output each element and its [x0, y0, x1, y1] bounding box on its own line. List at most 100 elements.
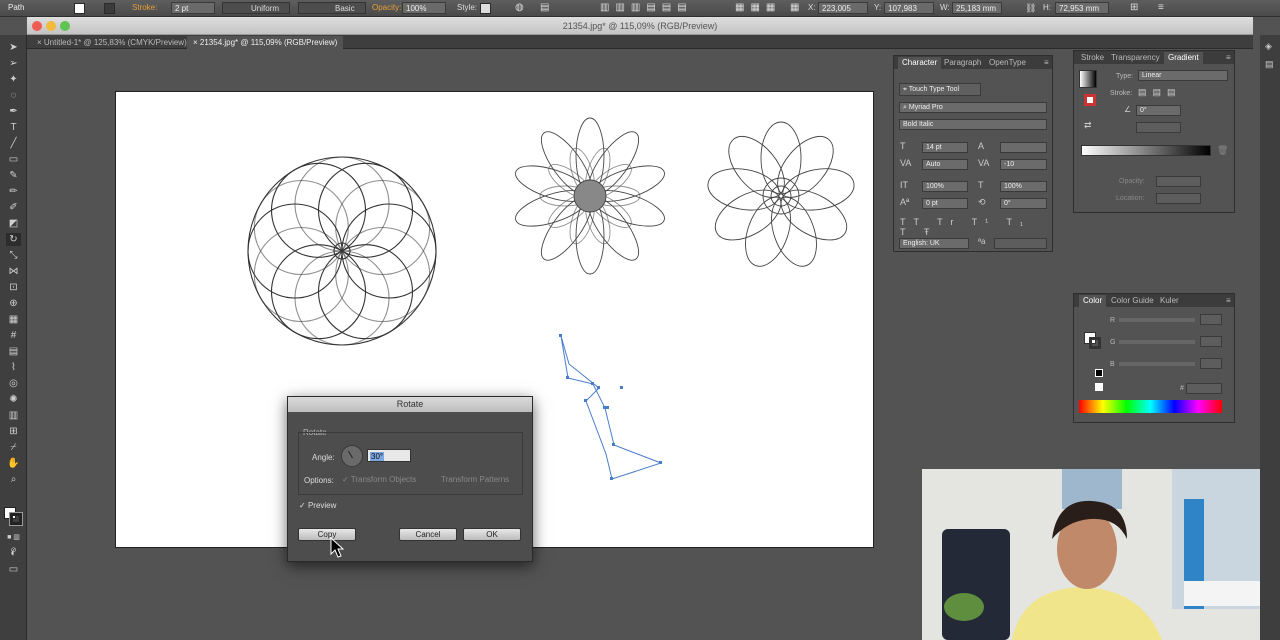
tab-transparency[interactable]: Transparency	[1107, 52, 1164, 64]
vertical-scale-field[interactable]: 100%	[922, 181, 968, 192]
width-tool-icon[interactable]: ⋈	[6, 265, 21, 278]
tab-21354[interactable]: × 21354.jpg* @ 115,09% (RGB/Preview)	[187, 36, 344, 49]
w-field[interactable]: 25,183 mm	[952, 2, 1002, 14]
transform-patterns-checkbox[interactable]: Transform Patterns	[441, 475, 509, 484]
stroke-weight-field[interactable]: 2 pt	[171, 2, 215, 14]
slider-g[interactable]	[1119, 340, 1195, 344]
baseline-shift-field[interactable]: 0 pt	[922, 198, 968, 209]
magic-wand-tool-icon[interactable]: ✦	[6, 73, 21, 86]
recolor-icon[interactable]: ◍	[515, 2, 524, 14]
panel-menu-icon[interactable]: ≡	[1040, 57, 1053, 69]
spirograph-flower-right[interactable]	[705, 121, 858, 272]
value-r-field[interactable]	[1200, 314, 1222, 325]
drawing-mode-icon[interactable]: ◐	[6, 547, 21, 560]
link-icon[interactable]: ⛓	[1025, 2, 1036, 14]
rectangle-tool-icon[interactable]: ▭	[6, 153, 21, 166]
eraser-tool-icon[interactable]: ◩	[6, 217, 21, 230]
font-size-field[interactable]: 14 pt	[922, 142, 968, 153]
symbol-sprayer-tool-icon[interactable]: ✺	[6, 393, 21, 406]
gradient-swatch[interactable]	[1079, 70, 1097, 88]
anchor-points[interactable]	[559, 334, 662, 480]
fill-stroke-icon[interactable]	[1084, 94, 1096, 106]
tab-gradient[interactable]: Gradient	[1164, 52, 1203, 64]
panel-menu-icon[interactable]: ≡	[1158, 2, 1164, 14]
hex-field[interactable]	[1186, 383, 1222, 394]
distribute-buttons-icon[interactable]: ▦▦▦	[735, 2, 781, 14]
variable-width-profile[interactable]: Uniform	[222, 2, 290, 14]
touch-type-tool-button[interactable]: ⌖ Touch Type Tool	[899, 83, 981, 96]
tab-untitled-1[interactable]: × Untitled-1* @ 125,83% (CMYK/Preview)	[31, 36, 193, 49]
black-swatch[interactable]	[1095, 369, 1103, 377]
color-stroke-box[interactable]	[1089, 337, 1101, 349]
leading-field[interactable]	[1000, 142, 1047, 153]
type-tool-icon[interactable]: T	[6, 121, 21, 134]
stroke-swatch[interactable]	[104, 3, 115, 14]
anti-aliasing-field[interactable]	[994, 238, 1047, 249]
ok-button[interactable]: OK	[463, 528, 521, 541]
blend-tool-icon[interactable]: ◎	[6, 377, 21, 390]
tab-stroke[interactable]: Stroke	[1077, 52, 1108, 64]
transform-icon[interactable]: ⊞	[1130, 2, 1138, 14]
lasso-tool-icon[interactable]: ◌	[6, 89, 21, 102]
angle-dial[interactable]	[341, 445, 363, 467]
artboards-icon[interactable]: ▤	[1265, 59, 1274, 70]
pen-tool-icon[interactable]: ✒	[6, 105, 21, 118]
graphic-style-swatch[interactable]	[480, 3, 491, 14]
color-mode-icons[interactable]: ■ ▥ ⊘	[6, 531, 21, 554]
reverse-gradient-icon[interactable]: ⇄	[1084, 120, 1092, 131]
kerning-field[interactable]: Auto	[922, 159, 968, 170]
eyedropper-tool-icon[interactable]: ⌇	[6, 361, 21, 374]
character-rotation-field[interactable]: 0°	[1000, 198, 1047, 209]
opacity-field[interactable]: 100%	[402, 2, 446, 14]
text-style-buttons-icon[interactable]: TT Tr T¹ T₁ T Ŧ	[900, 217, 1052, 237]
artboard-tool-icon[interactable]: ⊞	[6, 425, 21, 438]
minimize-window-icon[interactable]	[46, 21, 56, 31]
selection-tool-icon[interactable]: ➤	[6, 41, 21, 54]
free-transform-tool-icon[interactable]: ⊡	[6, 281, 21, 294]
line-tool-icon[interactable]: ╱	[6, 137, 21, 150]
zoom-window-icon[interactable]	[60, 21, 70, 31]
column-graph-tool-icon[interactable]: ▥	[6, 409, 21, 422]
preview-checkbox[interactable]: ✓ Preview	[299, 501, 336, 510]
tab-paragraph[interactable]: Paragraph	[940, 57, 985, 69]
tab-color-guide[interactable]: Color Guide	[1107, 295, 1158, 307]
pencil-tool-icon[interactable]: ✏	[6, 185, 21, 198]
close-tab-icon[interactable]: ×	[193, 38, 200, 47]
align-buttons-icon[interactable]: ▥▥▥▤▤▤	[600, 2, 693, 14]
opacity-field[interactable]	[1156, 176, 1201, 187]
location-field[interactable]	[1156, 193, 1201, 204]
horizontal-scale-field[interactable]: 100%	[1000, 181, 1047, 192]
delete-stop-icon[interactable]: 🗑	[1217, 145, 1228, 156]
layers-icon[interactable]: ◈	[1265, 41, 1272, 52]
x-field[interactable]: 223,005 mm	[818, 2, 868, 25]
font-style-field[interactable]: Bold Italic	[899, 119, 1047, 130]
brush-definition[interactable]: Basic	[298, 2, 366, 14]
tab-character[interactable]: Character	[898, 57, 942, 69]
stroke-label[interactable]: Stroke:	[132, 2, 157, 14]
gradient-type-field[interactable]: Linear	[1138, 70, 1228, 81]
gradient-tool-icon[interactable]: ▤	[6, 345, 21, 358]
transform-objects-checkbox[interactable]: ✓ Transform Objects	[342, 475, 416, 484]
panel-menu-icon[interactable]: ≡	[1222, 295, 1235, 307]
stroke-gradient-icons[interactable]: ▤▤▤	[1138, 87, 1182, 98]
slider-r[interactable]	[1119, 318, 1195, 322]
blob-brush-tool-icon[interactable]: ✐	[6, 201, 21, 214]
selected-path[interactable]	[559, 334, 663, 480]
y-field[interactable]: 107,983 mm	[884, 2, 934, 25]
copy-button[interactable]: Copy	[298, 528, 356, 541]
panel-menu-icon[interactable]: ≡	[1222, 52, 1235, 64]
spirograph-flower-middle[interactable]	[511, 117, 668, 275]
white-swatch[interactable]	[1095, 383, 1103, 391]
screen-mode-icon[interactable]: ▭	[6, 563, 21, 576]
zoom-tool-icon[interactable]: ⌕	[6, 473, 21, 486]
slice-tool-icon[interactable]: ⌿	[6, 441, 21, 454]
value-b-field[interactable]	[1200, 358, 1222, 369]
fill-swatch[interactable]	[74, 3, 85, 14]
align-icon[interactable]: ▤	[540, 2, 549, 14]
rotate-tool-icon[interactable]: ↻	[6, 233, 21, 246]
color-spectrum[interactable]	[1079, 400, 1222, 413]
close-window-icon[interactable]	[32, 21, 42, 31]
mesh-tool-icon[interactable]: #	[6, 329, 21, 342]
perspective-grid-tool-icon[interactable]: ▦	[6, 313, 21, 326]
direct-selection-tool-icon[interactable]: ➢	[6, 57, 21, 70]
